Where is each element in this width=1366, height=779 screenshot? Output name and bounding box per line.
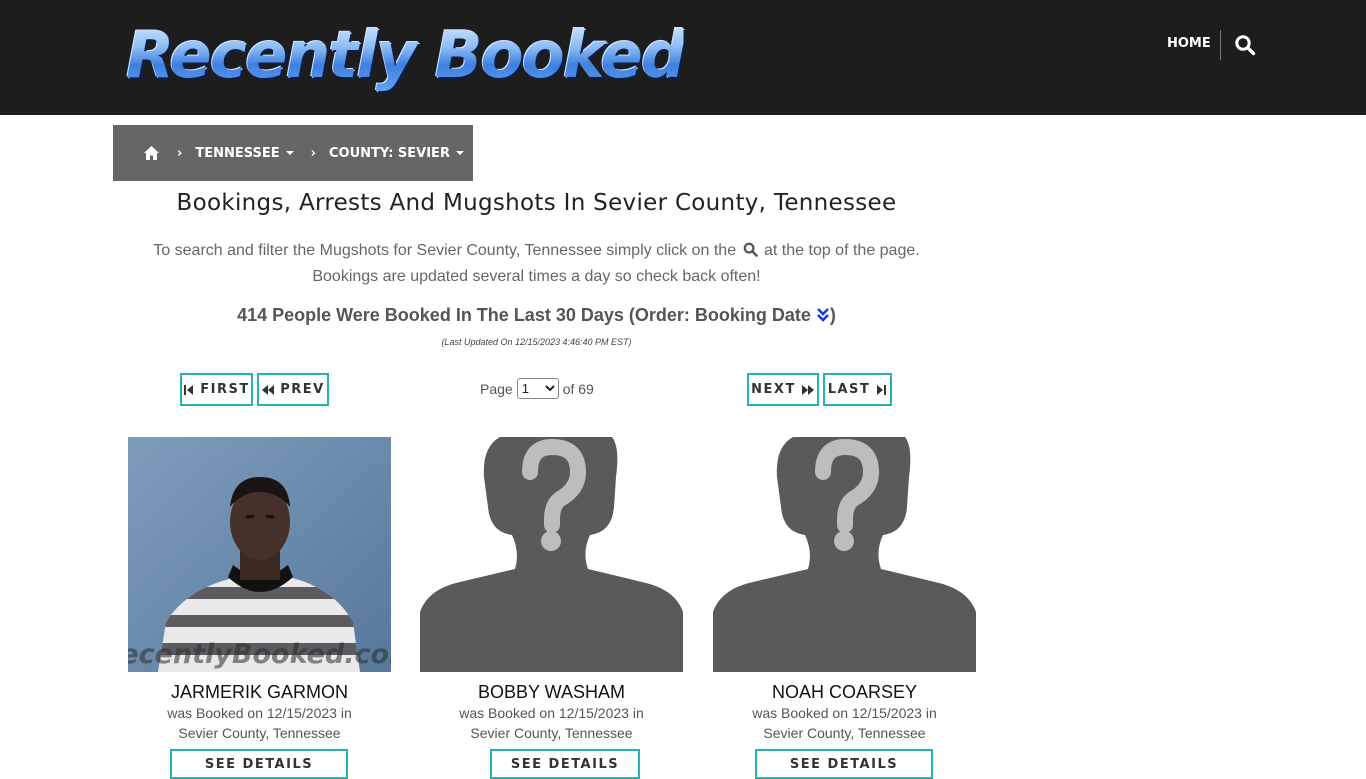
mugshot-photo[interactable]: RecentlyBooked.com <box>128 437 391 672</box>
booking-line2: Sevier County, Tennessee <box>470 725 633 741</box>
booking-name[interactable]: NOAH COARSEY <box>713 682 976 703</box>
breadcrumb-county[interactable]: COUNTY: SEVIER <box>329 146 464 161</box>
booking-card[interactable]: BOBBY WASHAM was Booked on 12/15/2023 in… <box>420 437 683 779</box>
intro-line2: Bookings are updated several times a day… <box>312 268 761 285</box>
logo-text: Recently Booked <box>126 19 686 93</box>
booking-line1: was Booked on 12/15/2023 in <box>167 705 352 721</box>
page-label: Page <box>480 380 513 397</box>
chevron-right-icon: › <box>177 145 183 161</box>
mugshot-photo[interactable] <box>420 437 683 672</box>
site-logo[interactable]: Recently Booked <box>126 18 695 94</box>
booking-name[interactable]: BOBBY WASHAM <box>420 682 683 703</box>
caret-down-icon <box>455 151 464 155</box>
booking-name[interactable]: JARMERIK GARMON <box>128 682 391 703</box>
intro-part1: To search and filter the Mugshots for Se… <box>153 242 737 259</box>
breadcrumb-state[interactable]: TENNESSEE <box>195 145 294 161</box>
prev-page-label: PREV <box>280 382 325 397</box>
first-page-button[interactable]: FIRST <box>180 373 253 406</box>
photo-watermark: RecentlyBooked.com <box>128 639 391 670</box>
booking-count-text: 414 People Were Booked In The Last 30 Da… <box>237 305 811 325</box>
page-title: Bookings, Arrests And Mugshots In Sevier… <box>176 190 897 216</box>
breadcrumb: › TENNESSEE › COUNTY: SEVIER <box>113 125 473 181</box>
skip-last-icon <box>877 384 887 395</box>
booking-line2: Sevier County, Tennessee <box>178 725 341 741</box>
home-icon[interactable] <box>143 145 160 161</box>
page-select[interactable]: 1 <box>516 378 559 399</box>
next-page-label: NEXT <box>751 382 796 397</box>
rewind-icon <box>262 384 275 395</box>
booking-card[interactable]: RecentlyBooked.com JARMERIK GARMON was B… <box>128 437 391 779</box>
fast-forward-icon <box>801 384 814 395</box>
search-icon[interactable] <box>1234 34 1256 56</box>
chevron-right-icon: › <box>310 145 317 161</box>
page-selector: Page 1 of 69 <box>480 378 594 399</box>
last-updated: (Last Updated On 12/15/2023 4:46:40 PM E… <box>441 337 632 347</box>
site-header: Recently Booked HOME <box>0 0 1366 115</box>
last-page-button[interactable]: LAST <box>823 373 892 406</box>
booking-card[interactable]: NOAH COARSEY was Booked on 12/15/2023 in… <box>713 437 976 779</box>
intro-text: To search and filter the Mugshots for Se… <box>113 238 960 290</box>
prev-page-button[interactable]: PREV <box>257 373 329 406</box>
booking-count: 414 People Were Booked In The Last 30 Da… <box>113 305 960 326</box>
nav-home-link[interactable]: HOME <box>1167 36 1211 51</box>
see-details-button[interactable]: SEE DETAILS <box>170 749 348 779</box>
breadcrumb-state-label: TENNESSEE <box>195 145 280 161</box>
mugshot-photo[interactable] <box>713 437 976 672</box>
nav-divider <box>1220 30 1221 60</box>
last-page-label: LAST <box>827 382 871 397</box>
caret-down-icon <box>285 151 294 155</box>
first-page-label: FIRST <box>200 382 250 397</box>
see-details-button[interactable]: SEE DETAILS <box>490 749 640 779</box>
skip-first-icon <box>184 384 194 395</box>
page-total: of 69 <box>562 380 594 397</box>
booking-line1: was Booked on 12/15/2023 in <box>752 705 937 721</box>
next-page-button[interactable]: NEXT <box>747 373 819 406</box>
see-details-button[interactable]: SEE DETAILS <box>755 749 933 779</box>
mugshot-image: RecentlyBooked.com <box>128 437 391 672</box>
silhouette-placeholder-icon <box>420 437 683 672</box>
booking-count-close: ) <box>829 305 836 325</box>
intro-part2: at the top of the page. <box>764 242 920 259</box>
search-icon <box>743 242 758 257</box>
breadcrumb-county-label: COUNTY: SEVIER <box>329 145 450 161</box>
booking-line2: Sevier County, Tennessee <box>763 725 926 741</box>
double-chevron-down-icon[interactable] <box>816 307 830 323</box>
booking-line1: was Booked on 12/15/2023 in <box>459 705 644 721</box>
silhouette-placeholder-icon <box>713 437 976 672</box>
